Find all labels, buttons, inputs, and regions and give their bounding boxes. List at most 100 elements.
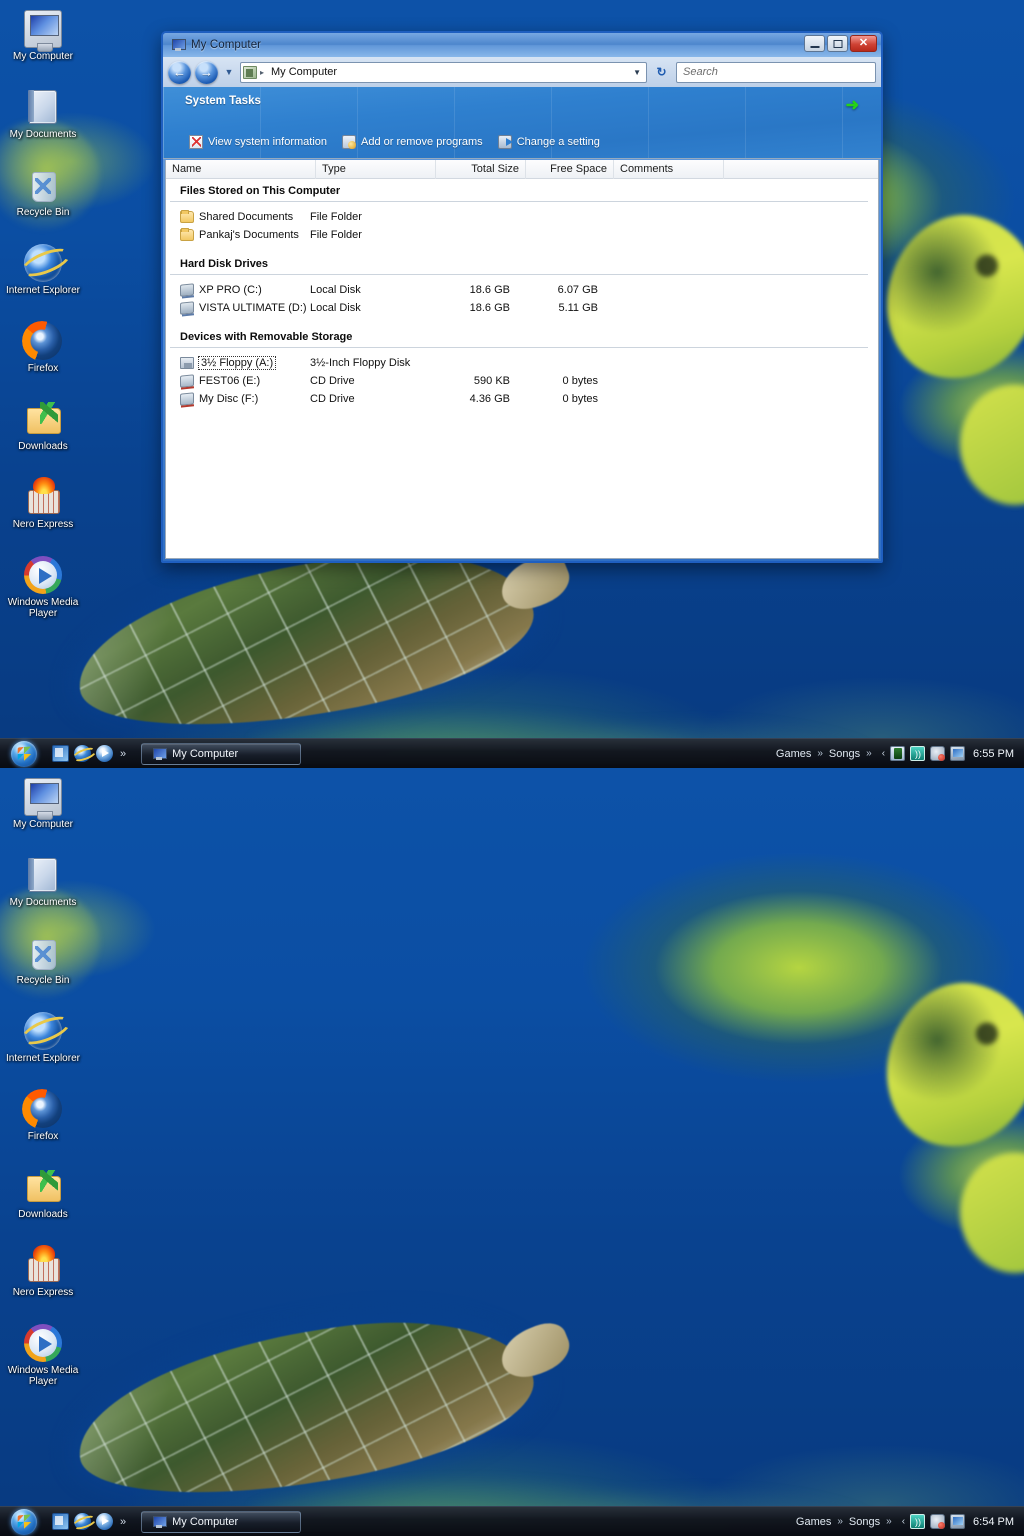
row-type: CD Drive [310,375,355,387]
toolbar-songs-chevron-icon[interactable]: » [886,1516,892,1527]
show-desktop-icon[interactable] [52,1513,69,1530]
forward-button[interactable]: → [195,60,218,84]
row-size: 18.6 GB [469,284,510,296]
fish-icon [872,969,1024,1162]
window-title: My Computer [191,39,262,51]
file-list-view[interactable]: Name Type Total Size Free Space Comments… [165,160,879,559]
table-row[interactable]: FEST06 (E:) CD Drive 590 KB 0 bytes [166,372,878,390]
expand-panel-arrow-icon[interactable]: ➜ [846,95,859,115]
start-button[interactable] [2,740,46,768]
my-computer-icon [24,10,62,52]
table-row[interactable]: 3½ Floppy (A:) 3½-Inch Floppy Disk [166,354,878,372]
internet-explorer-icon[interactable] [74,1513,91,1530]
desktop-icon-firefox[interactable]: Firefox [0,318,86,380]
safely-remove-hardware-icon[interactable] [930,746,946,761]
toolbar-games[interactable]: Games [794,1516,833,1528]
desktop-icon-recycle-bin[interactable]: Recycle Bin [0,162,86,224]
screen-top: My Computer My Documents Recycle Bin Int… [0,0,1024,768]
desktop-icon-nero-express[interactable]: Nero Express [0,1242,86,1304]
network-icon[interactable] [950,746,966,761]
folder-icon [180,210,194,223]
safely-remove-hardware-icon[interactable] [930,1514,946,1529]
network-icon[interactable] [950,1514,966,1529]
taskbar-toolbars: Games » Songs » [774,748,876,760]
toolbar-songs-chevron-icon[interactable]: » [866,748,872,759]
desktop-icon-my-documents[interactable]: My Documents [0,84,86,146]
desktop-wallpaper [0,768,1024,1536]
toolbar-games[interactable]: Games [774,748,813,760]
text-services-icon[interactable] [890,746,906,761]
taskbar-clock[interactable]: 6:54 PM [973,1516,1024,1528]
desktop-icon-recycle-bin[interactable]: Recycle Bin [0,930,86,992]
table-row[interactable]: Shared Documents File Folder [166,208,878,226]
column-header-filler [724,160,878,179]
task-link-label: View system information [208,136,328,148]
taskbar-clock[interactable]: 6:55 PM [973,748,1024,760]
minimize-button[interactable] [804,35,825,52]
floppy-drive-icon [180,357,194,369]
quick-launch-overflow-chevron-icon[interactable]: » [118,748,131,760]
table-row[interactable]: XP PRO (C:) Local Disk 18.6 GB 6.07 GB [166,281,878,299]
window-title-bar[interactable]: My Computer ✕ [163,33,881,57]
volume-icon[interactable] [910,746,926,761]
row-type: Local Disk [310,302,361,314]
volume-icon[interactable] [910,1514,926,1529]
desktop-icon-windows-media-player[interactable]: Windows Media Player [0,552,86,625]
desktop-icon-internet-explorer[interactable]: Internet Explorer [0,1008,86,1070]
table-row[interactable]: VISTA ULTIMATE (D:) Local Disk 18.6 GB 5… [166,299,878,317]
my-computer-icon [24,778,62,820]
row-name: My Disc (F:) [199,393,259,405]
table-row[interactable]: Pankaj's Documents File Folder [166,226,878,244]
close-button[interactable]: ✕ [850,35,877,52]
start-button[interactable] [2,1508,46,1536]
group-divider [170,201,868,202]
desktop-icon-downloads[interactable]: Downloads [0,396,86,458]
task-link-view-system-information[interactable]: View system information [189,135,327,149]
address-bar[interactable]: ▸ My Computer ▼ [240,61,647,83]
desktop-icon-label: My Computer [12,819,73,830]
toolbar-games-chevron-icon[interactable]: » [837,1516,843,1527]
explorer-window[interactable]: My Computer ✕ ← → ▼ ▸ My Computer ▼ ↻ Se… [161,31,883,563]
row-type: Local Disk [310,284,361,296]
row-size: 590 KB [473,375,510,387]
taskbar-button-label: My Computer [172,1515,239,1528]
desktop-icon-firefox[interactable]: Firefox [0,1086,86,1148]
desktop-icon-my-computer[interactable]: My Computer [0,6,86,68]
search-input[interactable]: Search [676,61,876,83]
desktop-icon-label: Recycle Bin [16,975,70,986]
column-header-free-space[interactable]: Free Space [526,160,614,179]
windows-media-player-icon[interactable] [96,1513,113,1530]
task-link-label: Change a setting [516,136,600,148]
toolbar-games-chevron-icon[interactable]: » [817,748,823,759]
internet-explorer-icon[interactable] [74,745,91,762]
recent-pages-button[interactable]: ▼ [222,67,236,77]
desktop-icon-internet-explorer[interactable]: Internet Explorer [0,240,86,302]
table-row[interactable]: My Disc (F:) CD Drive 4.36 GB 0 bytes [166,390,878,408]
taskbar-button-my-computer[interactable]: My Computer [141,1510,302,1533]
task-link-add-or-remove-programs[interactable]: Add or remove programs [342,135,483,149]
refresh-button[interactable]: ↻ [651,62,672,83]
windows-media-player-icon[interactable] [96,745,113,762]
column-header-type[interactable]: Type [316,160,436,179]
tray-expand-chevron-icon[interactable]: ‹ [902,1516,905,1527]
column-header-name[interactable]: Name [166,160,316,179]
column-header-total-size[interactable]: Total Size [436,160,526,179]
column-header-comments[interactable]: Comments [614,160,724,179]
toolbar-songs[interactable]: Songs [827,748,862,760]
toolbar-songs[interactable]: Songs [847,1516,882,1528]
back-button[interactable]: ← [168,60,191,84]
maximize-button[interactable] [827,35,848,52]
chevron-down-icon[interactable]: ▼ [633,68,644,77]
desktop-icon-my-documents[interactable]: My Documents [0,852,86,914]
desktop-icon-my-computer[interactable]: My Computer [0,774,86,836]
quick-launch-bar: » [46,1513,135,1530]
tray-expand-chevron-icon[interactable]: ‹ [882,748,885,759]
task-link-change-a-setting[interactable]: Change a setting [497,135,600,149]
taskbar-button-my-computer[interactable]: My Computer [141,742,302,765]
quick-launch-overflow-chevron-icon[interactable]: » [118,1516,131,1528]
desktop-icon-nero-express[interactable]: Nero Express [0,474,86,536]
show-desktop-icon[interactable] [52,745,69,762]
desktop-icon-windows-media-player[interactable]: Windows Media Player [0,1320,86,1393]
desktop-icon-downloads[interactable]: Downloads [0,1164,86,1226]
desktop-icon-label: Downloads [18,441,68,452]
